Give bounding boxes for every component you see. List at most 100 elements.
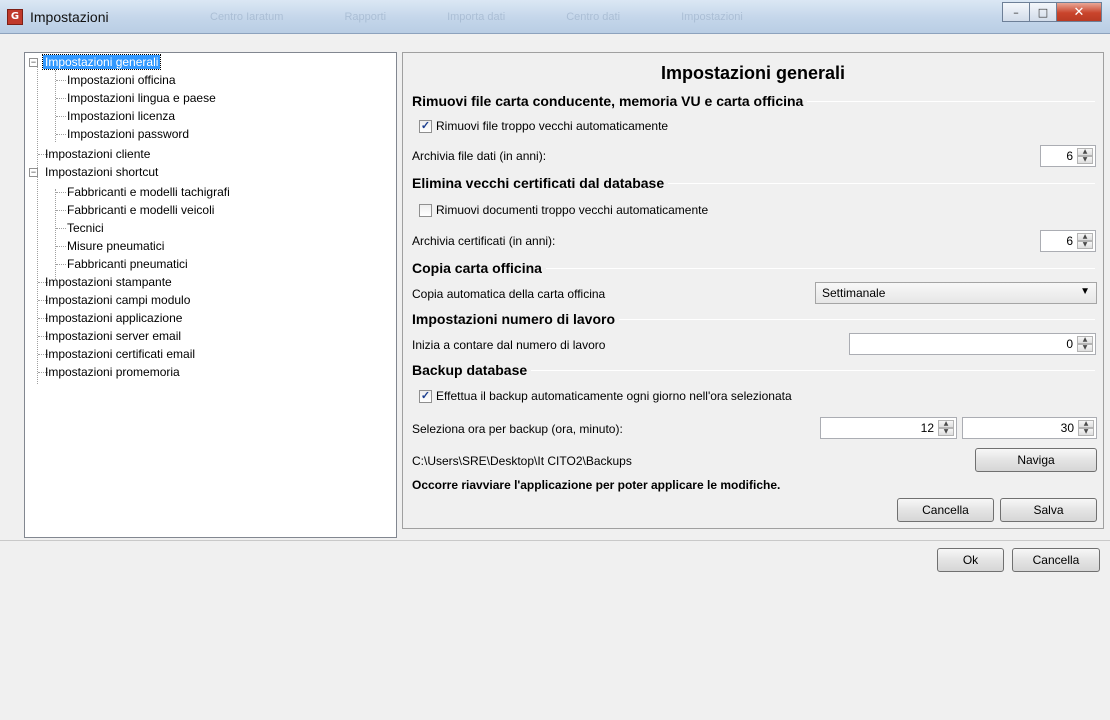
tree-item-label: Impostazioni licenza (67, 109, 176, 123)
section-header-backup: Backup database (412, 361, 1095, 379)
stepper-value: 6 (1066, 234, 1073, 248)
backup-minute-stepper[interactable]: 30 ▲ ▼ (962, 417, 1097, 439)
spin-down-icon[interactable]: ▼ (938, 428, 954, 436)
tree-item-label: Impostazioni server email (45, 329, 182, 343)
tree-item-fabbricanti-pneumatici[interactable]: Fabbricanti pneumatici (65, 256, 190, 273)
checkbox-checked-icon[interactable]: ✓ (419, 389, 432, 403)
archive-certificates-stepper[interactable]: 6 ▲ ▼ (1040, 230, 1096, 252)
tree-item-impostazioni-cliente[interactable]: Impostazioni cliente (43, 146, 152, 163)
collapse-icon[interactable]: − (29, 58, 38, 67)
background-tab: Centro Iaratum (210, 11, 284, 23)
stepper-value: 30 (1060, 421, 1074, 435)
ok-button[interactable]: Ok (937, 548, 1004, 572)
background-tab: Rapporti (344, 11, 387, 23)
tree-item-label: Impostazioni password (67, 127, 190, 141)
dialog-cancel-button[interactable]: Cancella (1012, 548, 1100, 572)
tree-item-label: Impostazioni lingua e paese (67, 91, 216, 105)
tree-item-tecnici[interactable]: Tecnici (65, 220, 106, 237)
archive-files-stepper[interactable]: 6 ▲ ▼ (1040, 145, 1096, 167)
stepper-value: 6 (1066, 149, 1073, 163)
tree-item-label: Impostazioni stampante (45, 275, 172, 289)
tree-item-label: Tecnici (67, 221, 104, 235)
spin-down-icon[interactable]: ▼ (1077, 241, 1093, 249)
checkbox-unchecked-icon[interactable] (419, 203, 432, 217)
tree-item-impostazioni-shortcut[interactable]: − Impostazioni shortcut (29, 164, 160, 181)
spin-down-icon[interactable]: ▼ (1078, 428, 1094, 436)
tree-item-label: Fabbricanti pneumatici (67, 257, 188, 271)
browse-button[interactable]: Naviga (975, 448, 1097, 472)
tree-item-impostazioni-lingua[interactable]: Impostazioni lingua e paese (65, 90, 218, 107)
close-icon: ✕ (1073, 4, 1085, 20)
app-icon: G (7, 9, 23, 25)
page-title: Impostazioni generali (660, 63, 846, 83)
job-number-stepper[interactable]: 0 ▲ ▼ (849, 333, 1096, 355)
spin-down-icon[interactable]: ▼ (1077, 156, 1093, 164)
spin-down-icon[interactable]: ▼ (1077, 344, 1093, 352)
tree-item-label: Impostazioni shortcut (45, 165, 159, 179)
minimize-button[interactable]: – (1002, 2, 1030, 22)
section-header-certificates: Elimina vecchi certificati dal database (412, 174, 1095, 192)
stepper-value: 12 (920, 421, 934, 435)
spin-up-icon[interactable]: ▲ (938, 420, 954, 428)
spin-up-icon[interactable]: ▲ (1077, 336, 1093, 344)
tree-item-impostazioni-promemoria[interactable]: Impostazioni promemoria (43, 364, 182, 381)
tree-item-impostazioni-campi-modulo[interactable]: Impostazioni campi modulo (43, 292, 192, 309)
section-header-files: Rimuovi file carta conducente, memoria V… (412, 92, 1095, 110)
save-button[interactable]: Salva (1000, 498, 1097, 522)
spin-up-icon[interactable]: ▲ (1077, 148, 1093, 156)
tree-item-label: Impostazioni cliente (45, 147, 151, 161)
tree-item-impostazioni-licenza[interactable]: Impostazioni licenza (65, 108, 177, 125)
checkbox-checked-icon[interactable]: ✓ (419, 119, 432, 133)
divider (0, 540, 1110, 541)
tree-item-impostazioni-stampante[interactable]: Impostazioni stampante (43, 274, 174, 291)
maximize-button[interactable]: □ (1029, 2, 1057, 22)
restart-note: Occorre riavviare l'applicazione per pot… (412, 478, 781, 492)
tree-item-label: Impostazioni campi modulo (45, 293, 191, 307)
tree-item-label: Impostazioni generali (41, 54, 162, 70)
window-title: Impostazioni (30, 9, 109, 25)
remove-old-docs-checkbox[interactable]: Rimuovi documenti troppo vecchi automati… (419, 203, 708, 217)
auto-backup-checkbox[interactable]: ✓ Effettua il backup automaticamente ogn… (419, 389, 792, 403)
cancel-button[interactable]: Cancella (897, 498, 994, 522)
collapse-icon[interactable]: − (29, 168, 38, 177)
background-tab: Impostazioni (681, 11, 743, 23)
tree-item-impostazioni-password[interactable]: Impostazioni password (65, 126, 191, 143)
tree-item-label: Impostazioni applicazione (45, 311, 183, 325)
tree-item-impostazioni-applicazione[interactable]: Impostazioni applicazione (43, 310, 184, 327)
background-tabs: Centro Iaratum Rapporti Importa dati Cen… (210, 11, 801, 23)
general-settings-panel: Impostazioni generali Rimuovi file carta… (402, 52, 1104, 529)
tree-item-impostazioni-officina[interactable]: Impostazioni officina (65, 72, 178, 89)
settings-tree[interactable]: − Impostazioni generali Impostazioni off… (24, 52, 397, 538)
tree-item-impostazioni-server-email[interactable]: Impostazioni server email (43, 328, 183, 345)
copy-frequency-dropdown[interactable]: Settimanale ▼ (815, 282, 1097, 304)
background-tab: Importa dati (447, 11, 506, 23)
tree-item-label: Fabbricanti e modelli tachigrafi (67, 185, 230, 199)
tree-item-impostazioni-generali[interactable]: − Impostazioni generali (29, 54, 162, 71)
checkbox-label: Effettua il backup automaticamente ogni … (436, 389, 792, 403)
checkbox-label: Rimuovi documenti troppo vecchi automati… (436, 203, 709, 217)
tree-item-fabbricanti-veicoli[interactable]: Fabbricanti e modelli veicoli (65, 202, 216, 219)
spin-up-icon[interactable]: ▲ (1078, 420, 1094, 428)
close-button[interactable]: ✕ (1056, 2, 1102, 22)
archive-files-label: Archivia file dati (in anni): (412, 149, 547, 163)
section-title: Copia carta officina (412, 260, 542, 276)
archive-certificates-label: Archivia certificati (in anni): (412, 234, 556, 248)
tree-item-label: Impostazioni certificati email (45, 347, 196, 361)
backup-path: C:\Users\SRE\Desktop\It CITO2\Backups (412, 454, 632, 468)
stepper-value: 0 (1066, 337, 1073, 351)
maximize-icon: □ (1037, 5, 1049, 19)
dropdown-value: Settimanale (822, 286, 886, 300)
backup-hour-stepper[interactable]: 12 ▲ ▼ (820, 417, 957, 439)
tree-item-misure-pneumatici[interactable]: Misure pneumatici (65, 238, 166, 255)
tree-item-fabbricanti-tachigrafi[interactable]: Fabbricanti e modelli tachigrafi (65, 184, 232, 201)
section-title: Elimina vecchi certificati dal database (412, 175, 665, 191)
background-tab: Centro dati (566, 11, 621, 23)
section-title: Backup database (412, 362, 528, 378)
tree-item-label: Impostazioni promemoria (45, 365, 180, 379)
title-bar[interactable]: G Impostazioni Centro Iaratum Rapporti I… (0, 0, 1110, 34)
spin-up-icon[interactable]: ▲ (1077, 233, 1093, 241)
copy-card-label: Copia automatica della carta officina (412, 287, 606, 301)
job-number-label: Inizia a contare dal numero di lavoro (412, 338, 606, 352)
tree-item-impostazioni-certificati-email[interactable]: Impostazioni certificati email (43, 346, 197, 363)
remove-old-files-checkbox[interactable]: ✓ Rimuovi file troppo vecchi automaticam… (419, 119, 668, 133)
